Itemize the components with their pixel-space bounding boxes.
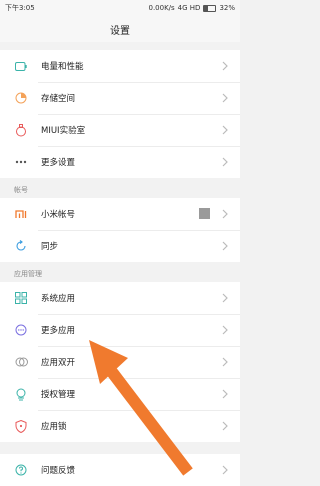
- network-type: 4G HD: [177, 4, 201, 12]
- settings-item-label: 电量和性能: [41, 62, 84, 72]
- settings-item-mi-account[interactable]: 小米帐号: [0, 198, 240, 230]
- app-lock-icon: [14, 419, 28, 433]
- settings-item-label: 应用锁: [41, 422, 67, 432]
- settings-item-label: MIUI实验室: [41, 126, 86, 136]
- settings-item-battery-performance[interactable]: 电量和性能: [0, 50, 240, 82]
- settings-group-account: 小米帐号 同步: [0, 198, 240, 262]
- settings-item-label: 小米帐号: [41, 210, 76, 220]
- settings-item-permissions[interactable]: 授权管理: [0, 378, 240, 410]
- mi-logo-icon: [14, 207, 28, 221]
- section-header-app-management: 应用管理: [14, 270, 42, 278]
- chevron-right-icon: [222, 325, 228, 335]
- settings-group-feedback: 问题反馈: [0, 454, 240, 486]
- page-title: 设置: [0, 16, 240, 42]
- chevron-right-icon: [222, 157, 228, 167]
- settings-group-app-management: 系统应用 更多应用 应用双开 授权管理 应用锁: [0, 282, 240, 442]
- overlay-square: [199, 208, 210, 219]
- settings-item-storage[interactable]: 存储空间: [0, 82, 240, 114]
- network-speed: 0.00K/s: [148, 4, 175, 12]
- more-dots-icon: [14, 155, 28, 169]
- settings-item-label: 更多设置: [41, 158, 76, 168]
- chevron-right-icon: [222, 389, 228, 399]
- chevron-right-icon: [222, 241, 228, 251]
- section-header-account: 帐号: [14, 186, 28, 194]
- sync-icon: [14, 239, 28, 253]
- settings-item-miui-lab[interactable]: MIUI实验室: [0, 114, 240, 146]
- settings-item-dual-apps[interactable]: 应用双开: [0, 346, 240, 378]
- lab-flask-icon: [14, 123, 28, 137]
- settings-item-sync[interactable]: 同步: [0, 230, 240, 262]
- status-time: 下午3:05: [5, 4, 35, 12]
- chevron-right-icon: [222, 209, 228, 219]
- chevron-right-icon: [222, 357, 228, 367]
- battery-level: 32%: [219, 4, 235, 12]
- settings-item-feedback[interactable]: 问题反馈: [0, 454, 240, 486]
- chevron-right-icon: [222, 93, 228, 103]
- status-indicators: 0.00K/s 4G HD 32%: [148, 4, 235, 12]
- settings-group-device: 电量和性能 存储空间 MIUI实验室 更多设置: [0, 50, 240, 178]
- settings-item-more-settings[interactable]: 更多设置: [0, 146, 240, 178]
- settings-item-label: 问题反馈: [41, 466, 76, 476]
- settings-item-label: 存储空间: [41, 94, 76, 104]
- chevron-right-icon: [222, 421, 228, 431]
- permission-icon: [14, 387, 28, 401]
- battery-icon: [203, 4, 217, 12]
- settings-item-label: 更多应用: [41, 326, 76, 336]
- settings-item-label: 应用双开: [41, 358, 76, 368]
- chevron-right-icon: [222, 125, 228, 135]
- storage-icon: [14, 91, 28, 105]
- more-apps-icon: [14, 323, 28, 337]
- settings-item-label: 系统应用: [41, 294, 76, 304]
- chevron-right-icon: [222, 293, 228, 303]
- chevron-right-icon: [222, 465, 228, 475]
- feedback-icon: [14, 463, 28, 477]
- dual-apps-icon: [14, 355, 28, 369]
- settings-item-label: 同步: [41, 242, 59, 252]
- status-bar: 下午3:05 0.00K/s 4G HD 32%: [0, 0, 240, 16]
- settings-item-more-apps[interactable]: 更多应用: [0, 314, 240, 346]
- settings-item-app-lock[interactable]: 应用锁: [0, 410, 240, 442]
- settings-item-system-apps[interactable]: 系统应用: [0, 282, 240, 314]
- battery-icon: [14, 59, 28, 73]
- grid-icon: [14, 291, 28, 305]
- chevron-right-icon: [222, 61, 228, 71]
- settings-item-label: 授权管理: [41, 390, 76, 400]
